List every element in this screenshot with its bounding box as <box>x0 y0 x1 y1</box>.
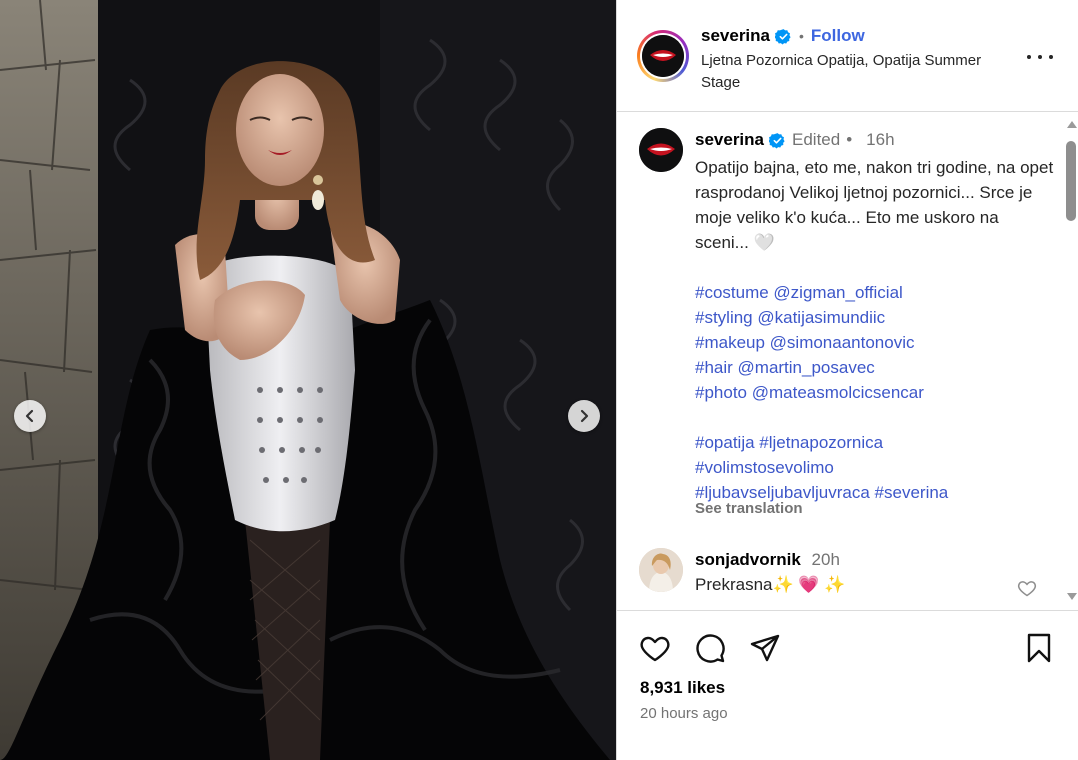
comment-time[interactable]: 20h <box>812 550 840 569</box>
separator-dot: • <box>799 28 804 44</box>
caption-time[interactable]: 16h <box>866 130 894 150</box>
likes-count[interactable]: 8,931 likes <box>640 678 725 698</box>
caption-avatar[interactable] <box>639 128 683 172</box>
edited-label: Edited <box>792 130 841 149</box>
caption-text-block: Opatijo bajna, eto me, nakon tri godine,… <box>695 155 1055 505</box>
post-header: severina • Follow Ljetna Pozornica Opati… <box>617 0 1078 112</box>
caption-tag-line[interactable]: #costume @zigman_official <box>695 280 1055 305</box>
post-image <box>0 0 616 760</box>
verified-badge-icon <box>769 132 785 149</box>
post-photo[interactable] <box>0 0 616 760</box>
more-options-icon[interactable] <box>1027 48 1053 66</box>
comment-username[interactable]: sonjadvornik <box>695 550 801 569</box>
commenter-avatar[interactable] <box>639 548 683 592</box>
caption-tag-line[interactable]: #opatija #ljetnapozornica <box>695 430 1055 455</box>
caption-username[interactable]: severina <box>695 130 764 150</box>
share-button[interactable] <box>749 632 781 664</box>
caption-tag-line[interactable]: #volimstosevolimo <box>695 455 1055 480</box>
like-button[interactable] <box>639 632 671 664</box>
bookmark-icon <box>1027 633 1051 663</box>
chevron-left-icon <box>25 409 34 423</box>
scroll-thumb[interactable] <box>1066 141 1076 221</box>
scroll-down-arrow-icon[interactable] <box>1067 593 1077 600</box>
post-location[interactable]: Ljetna Pozornica Opatija, Opatija Summer… <box>701 50 1021 94</box>
share-icon <box>750 634 780 662</box>
caption-tag-line[interactable]: #hair @martin_posavec <box>695 355 1055 380</box>
caption-tag-line[interactable]: #makeup @simonaantonovic <box>695 330 1055 355</box>
chevron-right-icon <box>580 409 589 423</box>
comment-icon <box>696 634 725 663</box>
comment-text: Prekrasna✨ 💗 ✨ <box>695 575 846 594</box>
verified-badge-icon <box>775 28 791 45</box>
scroll-up-arrow-icon[interactable] <box>1067 121 1077 128</box>
post-details-panel: severina • Follow Ljetna Pozornica Opati… <box>616 0 1078 760</box>
caption-tag-line[interactable]: #photo @mateasmolcicsencar <box>695 380 1055 405</box>
comments-section[interactable]: severina Edited • 16h Opatijo bajna, eto… <box>617 113 1078 611</box>
like-comment-heart-icon[interactable] <box>1017 578 1037 598</box>
comments-scrollbar[interactable] <box>1063 113 1078 611</box>
save-button[interactable] <box>1023 632 1055 664</box>
author-username[interactable]: severina <box>701 26 770 46</box>
follow-button[interactable]: Follow <box>811 26 865 46</box>
see-translation-link[interactable]: See translation <box>695 500 803 517</box>
caption-text: Opatijo bajna, eto me, nakon tri godine,… <box>695 158 1054 252</box>
avatar <box>642 35 684 77</box>
post-actions <box>617 620 1078 676</box>
heart-icon <box>640 636 670 662</box>
story-avatar[interactable] <box>637 30 689 82</box>
post-timestamp[interactable]: 20 hours ago <box>640 705 728 722</box>
previous-image-button[interactable] <box>14 400 46 432</box>
next-image-button[interactable] <box>568 400 600 432</box>
separator-dot: • <box>846 130 853 149</box>
comment-button[interactable] <box>694 632 726 664</box>
caption-tag-line[interactable]: #styling @katijasimundiic <box>695 305 1055 330</box>
